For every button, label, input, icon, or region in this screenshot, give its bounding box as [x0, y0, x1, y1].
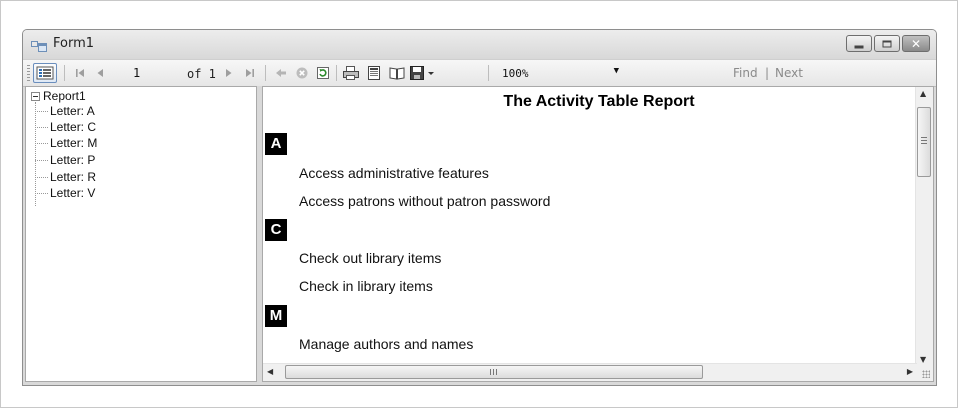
refresh-button[interactable]: [314, 64, 332, 82]
activity-item: Access patrons without patron password: [299, 193, 551, 209]
print-layout-button[interactable]: [364, 64, 384, 82]
print-icon: [343, 66, 359, 80]
export-button[interactable]: [409, 64, 437, 82]
chevron-down-icon: ▼: [613, 66, 619, 76]
find-separator: |: [765, 66, 770, 80]
next-link[interactable]: Next: [775, 66, 803, 80]
export-icon: [410, 66, 434, 80]
scroll-up-icon[interactable]: ▲: [920, 89, 926, 98]
first-page-icon: [76, 69, 84, 77]
tree-item-label: Letter: A: [50, 104, 95, 118]
tree-item-label: Letter: V: [50, 186, 96, 200]
title-bar[interactable]: Form1 ✕: [23, 30, 936, 59]
collapse-toggle-icon[interactable]: [31, 92, 40, 101]
maximize-icon: [882, 40, 892, 47]
report-viewer: The Activity Table Report A Access admin…: [262, 86, 934, 382]
minimize-button[interactable]: [846, 35, 872, 52]
zoom-dropdown[interactable]: 100% ▼: [499, 64, 625, 82]
document-map-button[interactable]: [33, 63, 57, 83]
window-title: Form1: [53, 36, 95, 51]
previous-page-button[interactable]: [91, 64, 109, 82]
page-setup-icon: [389, 67, 405, 80]
horizontal-scroll-thumb[interactable]: [285, 365, 703, 379]
window-controls: ✕: [844, 35, 930, 52]
document-map-icon: [36, 66, 54, 80]
activity-item: Check in library items: [299, 278, 433, 294]
tree-connector: [35, 102, 36, 206]
tree-root-report[interactable]: Report1: [43, 89, 86, 103]
last-page-icon: [246, 69, 254, 77]
horizontal-scrollbar[interactable]: ◀ ▶: [263, 363, 917, 381]
last-page-button[interactable]: [241, 64, 259, 82]
report-title: The Activity Table Report: [503, 93, 695, 110]
tree-item-label: Letter: P: [50, 153, 96, 167]
vertical-scroll-thumb[interactable]: [917, 107, 931, 177]
refresh-icon: [317, 67, 329, 79]
page-count-label: of 1: [187, 67, 216, 81]
back-icon: [276, 69, 286, 77]
stop-button[interactable]: [293, 64, 311, 82]
report-toolbar: of 1: [23, 59, 936, 87]
next-page-button[interactable]: [221, 64, 237, 82]
group-letter-badge: C: [265, 219, 287, 241]
tree-item-label: Letter: M: [50, 136, 98, 150]
form-icon: [31, 41, 47, 52]
next-page-icon: [226, 69, 232, 77]
toolbar-separator: [488, 65, 489, 81]
page-setup-button[interactable]: [387, 64, 407, 82]
stop-icon: [296, 67, 308, 79]
minimize-icon: [854, 45, 864, 48]
scroll-left-icon[interactable]: ◀: [267, 367, 273, 376]
close-icon: ✕: [910, 36, 922, 51]
size-grip[interactable]: [916, 364, 933, 381]
zoom-value: 100%: [502, 67, 529, 80]
page-number-input[interactable]: [131, 64, 179, 82]
document-map-tree: Report1 Letter: A Letter: C Letter: M Le…: [25, 86, 257, 382]
activity-item: Check out library items: [299, 250, 442, 266]
toolbar-separator: [64, 65, 65, 81]
print-layout-icon: [368, 66, 380, 80]
first-page-button[interactable]: [71, 64, 89, 82]
maximize-button[interactable]: [874, 35, 900, 52]
toolbar-separator: [265, 65, 266, 81]
toolbar-grip[interactable]: [27, 65, 30, 81]
group-letter-badge: A: [265, 133, 287, 155]
scroll-grip: [490, 369, 497, 375]
activity-item: Manage authors and names: [299, 336, 474, 352]
vertical-scrollbar[interactable]: ▲ ▼: [915, 87, 933, 366]
scroll-down-icon[interactable]: ▼: [920, 355, 926, 364]
close-button[interactable]: ✕: [902, 35, 930, 52]
group-letter-badge: M: [265, 305, 287, 327]
find-text-input[interactable]: [629, 64, 733, 84]
back-button[interactable]: [272, 64, 290, 82]
toolbar-separator: [336, 65, 337, 81]
print-button[interactable]: [341, 64, 361, 82]
scroll-right-icon[interactable]: ▶: [907, 367, 913, 376]
app-window: Form1 ✕ 1 of 1 100% ▼ Find | Next Report…: [22, 29, 937, 386]
tree-item-label: Letter: C: [50, 120, 97, 134]
find-link[interactable]: Find: [733, 66, 758, 80]
activity-item: Access administrative features: [299, 165, 489, 181]
previous-page-icon: [97, 69, 103, 77]
tree-item-label: Letter: R: [50, 170, 97, 184]
